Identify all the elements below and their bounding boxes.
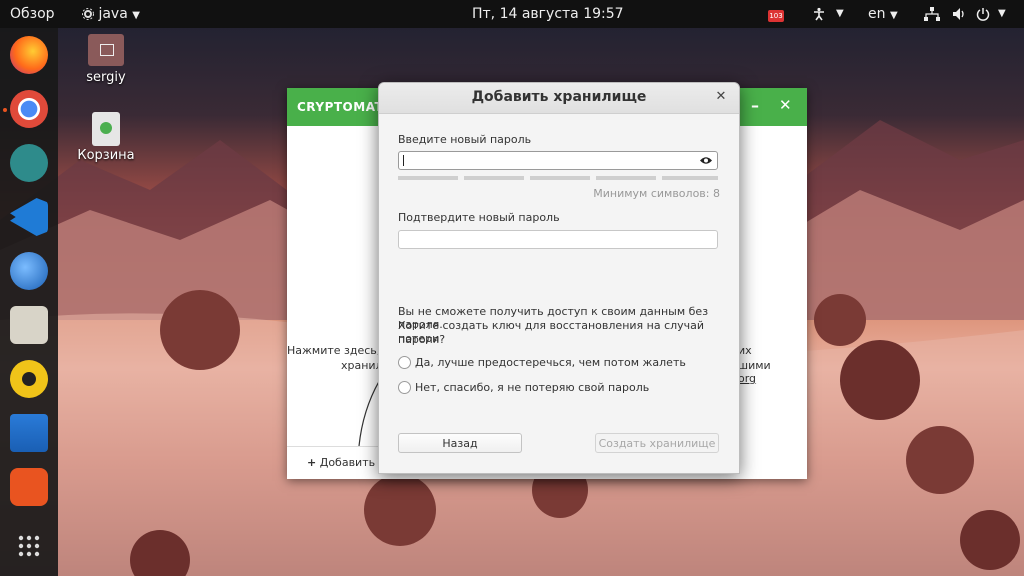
desktop-icon-trash[interactable]: Корзина xyxy=(68,112,144,163)
app-menu[interactable]: java ▼ xyxy=(82,0,140,28)
desktop-icon-label: sergiy xyxy=(86,70,126,85)
accessibility-icon[interactable] xyxy=(812,0,826,28)
add-vault-dialog: Добавить хранилище ✕ Введите новый парол… xyxy=(378,82,740,474)
recovery-no-radio[interactable] xyxy=(398,381,411,394)
recovery-yes-label[interactable]: Да, лучше предостеречься, чем потом жале… xyxy=(415,356,686,369)
warning-text-line3: пароля? xyxy=(398,333,446,346)
strength-meter-segment xyxy=(464,176,524,180)
language-indicator[interactable]: en ▼ xyxy=(868,0,898,28)
add-vault-button[interactable]: + Добавить х xyxy=(307,456,385,469)
confirm-password-input[interactable] xyxy=(398,230,718,249)
dialog-title: Добавить хранилище xyxy=(471,89,647,105)
desktop-icon-home[interactable]: sergiy xyxy=(68,34,144,85)
create-vault-button[interactable]: Создать хранилище xyxy=(595,433,719,453)
top-bar: Обзор java ▼ Пт, 14 августа 19:57 103 ▼ … xyxy=(0,0,1024,28)
strength-meter-segment xyxy=(398,176,458,180)
chevron-down-icon[interactable]: ▼ xyxy=(998,0,1006,28)
tray-notification-icon[interactable]: 103 xyxy=(768,7,784,22)
add-vault-label: Добавить х xyxy=(319,456,386,469)
app-gear-icon xyxy=(82,8,94,20)
info-text-1: их xyxy=(738,344,752,357)
remmina-icon[interactable] xyxy=(10,144,48,182)
show-apps-icon[interactable] xyxy=(17,534,41,558)
chevron-down-icon: ▼ xyxy=(889,10,898,21)
plus-icon: + xyxy=(307,456,317,469)
back-button[interactable]: Назад xyxy=(398,433,522,453)
language-label: en xyxy=(868,6,886,22)
rhythmbox-icon[interactable] xyxy=(10,360,48,398)
volume-icon[interactable] xyxy=(952,0,966,28)
clock[interactable]: Пт, 14 августа 19:57 xyxy=(472,0,624,28)
files-icon[interactable] xyxy=(10,306,48,344)
min-chars-hint: Минимум символов: 8 xyxy=(593,187,720,200)
app-menu-label: java xyxy=(98,6,128,22)
thunderbird-icon[interactable] xyxy=(10,252,48,290)
recovery-no-label[interactable]: Нет, спасибо, я не потеряю свой пароль xyxy=(415,381,649,394)
home-folder-icon xyxy=(88,34,124,66)
confirm-password-label: Подтвердите новый пароль xyxy=(398,211,560,224)
website-link[interactable]: org xyxy=(738,372,756,385)
strength-meter-segment xyxy=(662,176,718,180)
software-center-icon[interactable] xyxy=(10,468,48,506)
running-indicator xyxy=(3,108,7,112)
show-password-icon[interactable] xyxy=(699,155,713,166)
power-icon[interactable] xyxy=(976,0,990,28)
minimize-icon[interactable]: – xyxy=(751,96,759,115)
chevron-down-icon: ▼ xyxy=(132,10,140,21)
network-icon[interactable] xyxy=(924,0,940,28)
password-label: Введите новый пароль xyxy=(398,133,532,146)
close-icon[interactable]: ✕ xyxy=(713,89,729,105)
password-input[interactable] xyxy=(398,151,718,170)
activities-button[interactable]: Обзор xyxy=(10,0,55,28)
firefox-icon[interactable] xyxy=(10,36,48,74)
chrome-icon[interactable] xyxy=(10,90,48,128)
tray-badge: 103 xyxy=(768,10,784,22)
dock xyxy=(0,28,58,576)
warning-text-line2: Хотите создать ключ для восстановления н… xyxy=(398,319,705,345)
desktop-icon-label: Корзина xyxy=(77,148,135,163)
chevron-down-icon[interactable]: ▼ xyxy=(836,0,844,28)
dialog-titlebar: Добавить хранилище ✕ xyxy=(379,83,739,114)
vscode-icon[interactable] xyxy=(10,198,48,236)
libreoffice-writer-icon[interactable] xyxy=(10,414,48,452)
text-cursor xyxy=(403,155,404,166)
strength-meter-segment xyxy=(596,176,656,180)
recovery-yes-radio[interactable] xyxy=(398,356,411,369)
trash-icon xyxy=(92,112,120,146)
info-text-2: шими xyxy=(738,359,771,372)
close-icon[interactable]: ✕ xyxy=(779,96,792,114)
vault-hint-text-2: хранил xyxy=(341,359,383,372)
strength-meter-segment xyxy=(530,176,590,180)
